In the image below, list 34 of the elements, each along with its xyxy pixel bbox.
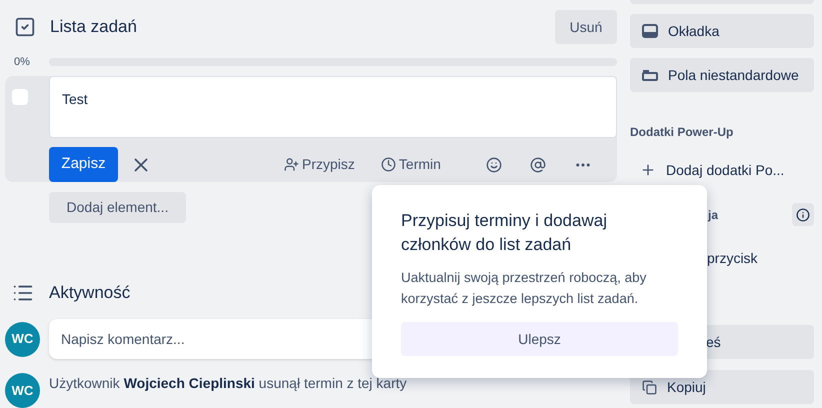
- checklist-icon: [14, 16, 36, 38]
- plus-icon: [640, 162, 656, 178]
- fields-icon: [642, 69, 658, 81]
- copy-icon: [642, 380, 657, 394]
- add-powerups-button[interactable]: Dodaj dodatki Po...: [630, 155, 814, 185]
- checkbox[interactable]: [12, 89, 28, 105]
- popover-text: Uaktualnij swoją przestrzeń roboczą, aby korzystać z jeszcze lepszych list zadań.: [401, 269, 648, 308]
- assign-button[interactable]: Przypisz: [284, 154, 355, 175]
- sidebar-button[interactable]: Kopiuj: [630, 370, 814, 404]
- upgrade-button[interactable]: Ulepsz: [401, 322, 678, 356]
- activity-title: Aktywność: [49, 282, 130, 304]
- avatar: WC: [5, 373, 40, 408]
- cover-icon: [642, 24, 658, 38]
- activity-entry: Użytkownik Wojciech Cieplinski usunął termin z tej karty: [49, 374, 407, 393]
- clock-icon: [380, 157, 396, 172]
- emoji-icon[interactable]: [486, 156, 502, 172]
- sidebar-link[interactable]: przycisk: [707, 248, 814, 269]
- info-button[interactable]: [792, 203, 814, 226]
- sidebar-button[interactable]: Okładka: [630, 14, 814, 48]
- checklist-title: Lista zadań: [50, 16, 137, 38]
- progress-reading: 0%: [14, 54, 31, 70]
- sidebar-button[interactable]: Pola niestandardowe: [630, 58, 814, 92]
- due-date-button[interactable]: Termin: [380, 154, 441, 175]
- delete-button[interactable]: Usuń: [555, 10, 617, 44]
- add-item-button[interactable]: Dodaj element...: [49, 192, 186, 223]
- add-person-icon: [284, 157, 299, 172]
- avatar: WC: [5, 322, 40, 356]
- section-title: ja: [708, 206, 718, 224]
- mention-icon[interactable]: [530, 156, 546, 172]
- item-input-field[interactable]: Test: [49, 76, 617, 138]
- save-button[interactable]: Zapisz: [49, 147, 118, 182]
- popover-title: Przypisuj terminy i dodawaj członków do list zadań: [401, 210, 608, 256]
- section-title: Dodatki Power-Up: [630, 124, 734, 141]
- info-icon: [796, 208, 810, 222]
